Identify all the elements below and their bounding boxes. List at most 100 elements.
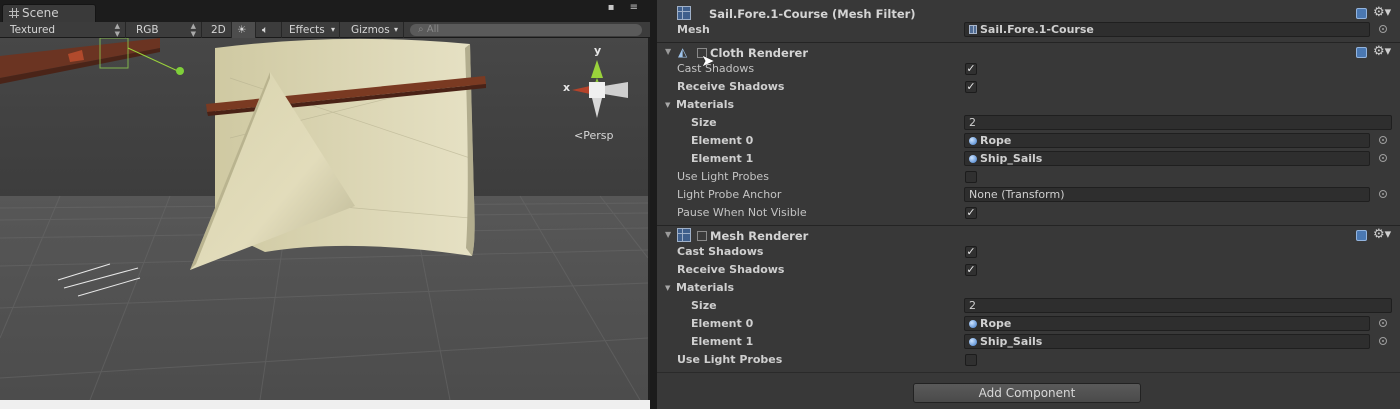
add-component-button[interactable]: Add Component: [913, 383, 1141, 403]
dropdown-arrows-icon: ▲ ▼: [114, 22, 120, 38]
element0-value: Rope: [980, 317, 1012, 330]
scene-bottom-strip: [0, 400, 650, 409]
light-probe-anchor-label: Light Probe Anchor: [677, 188, 782, 201]
mesh-element1-row: Element 1 Ship_Sails: [657, 333, 1400, 351]
mesh-value: Sail.Fore.1-Course: [980, 23, 1094, 36]
panel-splitter[interactable]: [650, 0, 657, 409]
mesh-icon: [969, 25, 977, 34]
cast-shadows-label: Cast Shadows: [677, 62, 755, 75]
cloth-size-row: Size 2: [657, 114, 1400, 132]
cloth-size-input[interactable]: 2: [964, 115, 1392, 130]
render-mode-dropdown[interactable]: RGB ▲ ▼: [126, 22, 202, 38]
scene-render: [0, 38, 648, 400]
separator: [657, 372, 1400, 373]
gear-icon[interactable]: ⚙▾: [1373, 5, 1391, 20]
material-icon: [969, 137, 977, 145]
cloth-materials-row[interactable]: ▼ Materials: [657, 96, 1400, 114]
object-picker-icon[interactable]: [1379, 136, 1387, 144]
gear-icon[interactable]: ⚙▾: [1373, 227, 1391, 242]
help-icon[interactable]: [1356, 8, 1367, 19]
scene-search-input[interactable]: ⌕ All: [410, 24, 642, 36]
tab-scene-label: Scene: [22, 6, 59, 20]
gizmos-dropdown[interactable]: Gizmos ▾: [340, 22, 404, 38]
light-probe-anchor-field[interactable]: None (Transform): [964, 187, 1370, 202]
scene-viewport[interactable]: y x <Persp: [0, 38, 648, 400]
receive-shadows-label: Receive Shadows: [677, 80, 785, 93]
effects-dropdown[interactable]: Effects ▾: [282, 22, 340, 38]
speaker-icon: 🔈︎: [262, 24, 269, 36]
object-picker-icon[interactable]: [1379, 25, 1387, 33]
mesh-receive-shadows-checkbox[interactable]: ✓: [965, 264, 977, 276]
grid-icon: [9, 8, 19, 18]
use-light-probes-label: Use Light Probes: [677, 170, 769, 183]
window-menu-icon[interactable]: ▪ ≡: [608, 2, 644, 13]
mesh-element0-row: Element 0 Rope: [657, 315, 1400, 333]
use-light-probes-label: Use Light Probes: [677, 353, 783, 366]
separator: [657, 225, 1400, 226]
mesh-row: Mesh Sail.Fore.1-Course: [657, 21, 1400, 39]
chevron-down-icon: ▾: [393, 25, 398, 34]
lighting-toggle-button[interactable]: ☀: [232, 22, 256, 38]
shading-mode-label: Textured: [10, 24, 56, 36]
material-icon: [969, 338, 977, 346]
object-picker-icon[interactable]: [1379, 190, 1387, 198]
mesh-cast-shadows-row: Cast Shadows ✓: [657, 243, 1400, 261]
dropdown-arrows-icon: ▲ ▼: [190, 22, 196, 38]
size-label: Size: [691, 116, 717, 129]
foldout-arrow-icon[interactable]: ▼: [665, 230, 671, 239]
effects-label: Effects: [289, 24, 325, 36]
help-icon[interactable]: [1356, 230, 1367, 241]
light-probe-anchor-value: None (Transform): [969, 188, 1065, 201]
mesh-renderer-title: Mesh Renderer: [710, 229, 809, 243]
element0-label: Element 0: [691, 317, 754, 330]
separator: [657, 42, 1400, 43]
cloth-use-light-probes-row: Use Light Probes: [657, 168, 1400, 186]
unity-editor: Scene ▪ ≡ Textured ▲ ▼ RGB ▲ ▼ 2D ☀ 🔈︎ E…: [0, 0, 1400, 409]
toggle-2d-button[interactable]: 2D: [202, 22, 232, 38]
mesh-field[interactable]: Sail.Fore.1-Course: [964, 22, 1370, 37]
mesh-filter-title: Sail.Fore.1-Course (Mesh Filter): [709, 7, 916, 21]
cloth-element0-row: Element 0 Rope: [657, 132, 1400, 150]
material-icon: [969, 155, 977, 163]
pause-when-not-visible-label: Pause When Not Visible: [677, 206, 807, 219]
receive-shadows-label: Receive Shadows: [677, 263, 785, 276]
mesh-element1-field[interactable]: Ship_Sails: [964, 334, 1370, 349]
mesh-size-input[interactable]: 2: [964, 298, 1392, 313]
mesh-renderer-enabled-checkbox[interactable]: [697, 231, 707, 241]
cloth-use-light-probes-checkbox[interactable]: [965, 171, 977, 183]
mesh-use-light-probes-checkbox[interactable]: [965, 354, 977, 366]
shading-mode-dropdown[interactable]: Textured ▲ ▼: [0, 22, 126, 38]
gear-icon[interactable]: ⚙▾: [1373, 44, 1391, 59]
cloth-pause-row: Pause When Not Visible ✓: [657, 204, 1400, 222]
audio-toggle-button[interactable]: 🔈︎: [256, 22, 282, 38]
foldout-arrow-icon[interactable]: ▼: [665, 47, 671, 56]
search-placeholder: All: [426, 24, 440, 35]
cast-shadows-label: Cast Shadows: [677, 245, 764, 258]
mesh-cast-shadows-checkbox[interactable]: ✓: [965, 246, 977, 258]
gizmos-label: Gizmos: [351, 24, 390, 36]
element0-value: Rope: [980, 134, 1012, 147]
projection-toggle[interactable]: <Persp: [574, 129, 613, 142]
foldout-arrow-icon[interactable]: ▼: [665, 101, 670, 109]
size-value: 2: [969, 116, 976, 129]
cloth-element0-field[interactable]: Rope: [964, 133, 1370, 148]
mesh-use-light-probes-row: Use Light Probes: [657, 351, 1400, 369]
object-picker-icon[interactable]: [1379, 154, 1387, 162]
tab-scene[interactable]: Scene: [2, 4, 96, 22]
cloth-pause-checkbox[interactable]: ✓: [965, 207, 977, 219]
cloth-element1-field[interactable]: Ship_Sails: [964, 151, 1370, 166]
size-value: 2: [969, 299, 976, 312]
element1-value: Ship_Sails: [980, 335, 1043, 348]
mesh-renderer-icon: [677, 228, 691, 242]
element0-label: Element 0: [691, 134, 754, 147]
cloth-receive-shadows-checkbox[interactable]: ✓: [965, 81, 977, 93]
object-picker-icon[interactable]: [1379, 337, 1387, 345]
object-picker-icon[interactable]: [1379, 319, 1387, 327]
help-icon[interactable]: [1356, 47, 1367, 58]
mesh-filter-icon: [677, 6, 691, 20]
mesh-element0-field[interactable]: Rope: [964, 316, 1370, 331]
scene-tab-bar: Scene ▪ ≡: [0, 0, 650, 22]
foldout-arrow-icon[interactable]: ▼: [665, 284, 670, 292]
mesh-materials-row[interactable]: ▼ Materials: [657, 279, 1400, 297]
cloth-cast-shadows-checkbox[interactable]: ✓: [965, 63, 977, 75]
